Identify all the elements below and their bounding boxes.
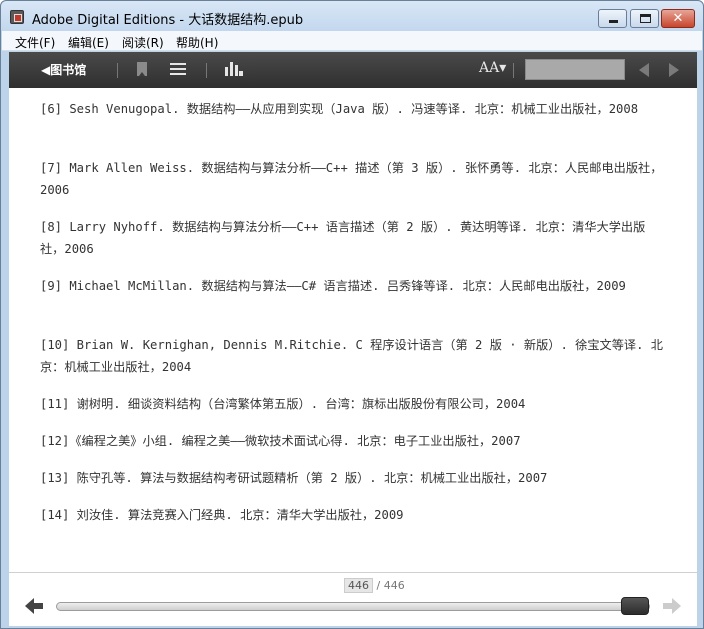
- app-icon: [10, 10, 24, 24]
- close-icon: ✕: [672, 11, 684, 26]
- reference-entry: [8] Larry Nyhoff. 数据结构与算法分析——C++ 语言描述（第 …: [40, 220, 646, 256]
- reference-entry: [6] Sesh Venugopal. 数据结构——从应用到实现（Java 版）…: [40, 102, 639, 116]
- menu-edit[interactable]: 编辑(E): [68, 34, 109, 51]
- maximize-icon: [640, 14, 651, 23]
- menu-file[interactable]: 文件(F): [15, 34, 55, 51]
- total-pages: 446: [383, 579, 405, 592]
- page-indicator: 446 / 446: [344, 578, 405, 593]
- page-slider-track[interactable]: [56, 602, 650, 611]
- next-page-arrow-icon[interactable]: [669, 63, 679, 77]
- bar-chart-icon[interactable]: [225, 62, 243, 76]
- toolbar-divider: [117, 63, 118, 78]
- bookmark-icon[interactable]: [137, 62, 147, 76]
- menu-read[interactable]: 阅读(R): [122, 34, 164, 51]
- reference-entry: [7] Mark Allen Weiss. 数据结构与算法分析——C++ 描述（…: [40, 161, 663, 197]
- reference-entry: [10] Brian W. Kernighan, Dennis M.Ritchi…: [40, 338, 663, 374]
- menu-bar: 文件(F) 编辑(E) 阅读(R) 帮助(H): [2, 31, 702, 51]
- minimize-icon: [609, 20, 618, 23]
- reference-entry: [11] 谢树明. 细谈资料结构（台湾繁体第五版）. 台湾：旗标出版股份有限公司…: [40, 397, 526, 411]
- search-input[interactable]: [525, 59, 625, 80]
- page-slider-thumb[interactable]: [621, 597, 649, 615]
- window-title: Adobe Digital Editions - 大话数据结构.epub: [32, 13, 304, 28]
- close-button[interactable]: ✕: [661, 9, 695, 28]
- title-bar[interactable]: Adobe Digital Editions - 大话数据结构.epub ✕: [1, 1, 703, 31]
- font-size-button[interactable]: AA▾: [479, 60, 506, 76]
- reference-entry: [12]《编程之美》小组. 编程之美——微软技术面试心得. 北京：电子工业出版社…: [40, 434, 521, 448]
- toolbar-divider: [206, 63, 207, 78]
- app-window: Adobe Digital Editions - 大话数据结构.epub ✕ 文…: [0, 0, 704, 629]
- previous-page-arrow-icon[interactable]: [639, 63, 649, 77]
- table-of-contents-icon[interactable]: [170, 63, 186, 76]
- reference-entry: [9] Michael McMillan. 数据结构与算法——C# 语言描述. …: [40, 279, 626, 293]
- reference-entry: [13] 陈守孔等. 算法与数据结构考研试题精析（第 2 版）. 北京：机械工业…: [40, 471, 548, 485]
- page-separator: /: [376, 579, 381, 592]
- back-arrow-icon[interactable]: [25, 598, 43, 614]
- library-button[interactable]: ◀图书馆: [41, 61, 86, 78]
- maximize-button[interactable]: [630, 9, 659, 28]
- minimize-button[interactable]: [598, 9, 627, 28]
- current-page-field[interactable]: 446: [344, 578, 373, 593]
- reader-toolbar: ◀图书馆 AA▾: [9, 52, 697, 88]
- page-footer: 446 / 446: [9, 572, 697, 626]
- reference-entry: [14] 刘汝佳. 算法竞赛入门经典. 北京：清华大学出版社，2009: [40, 508, 404, 522]
- forward-arrow-icon[interactable]: [663, 598, 681, 614]
- menu-help[interactable]: 帮助(H): [176, 34, 218, 51]
- reading-pane[interactable]: [6] Sesh Venugopal. 数据结构——从应用到实现（Java 版）…: [9, 88, 697, 572]
- toolbar-divider: [513, 63, 514, 78]
